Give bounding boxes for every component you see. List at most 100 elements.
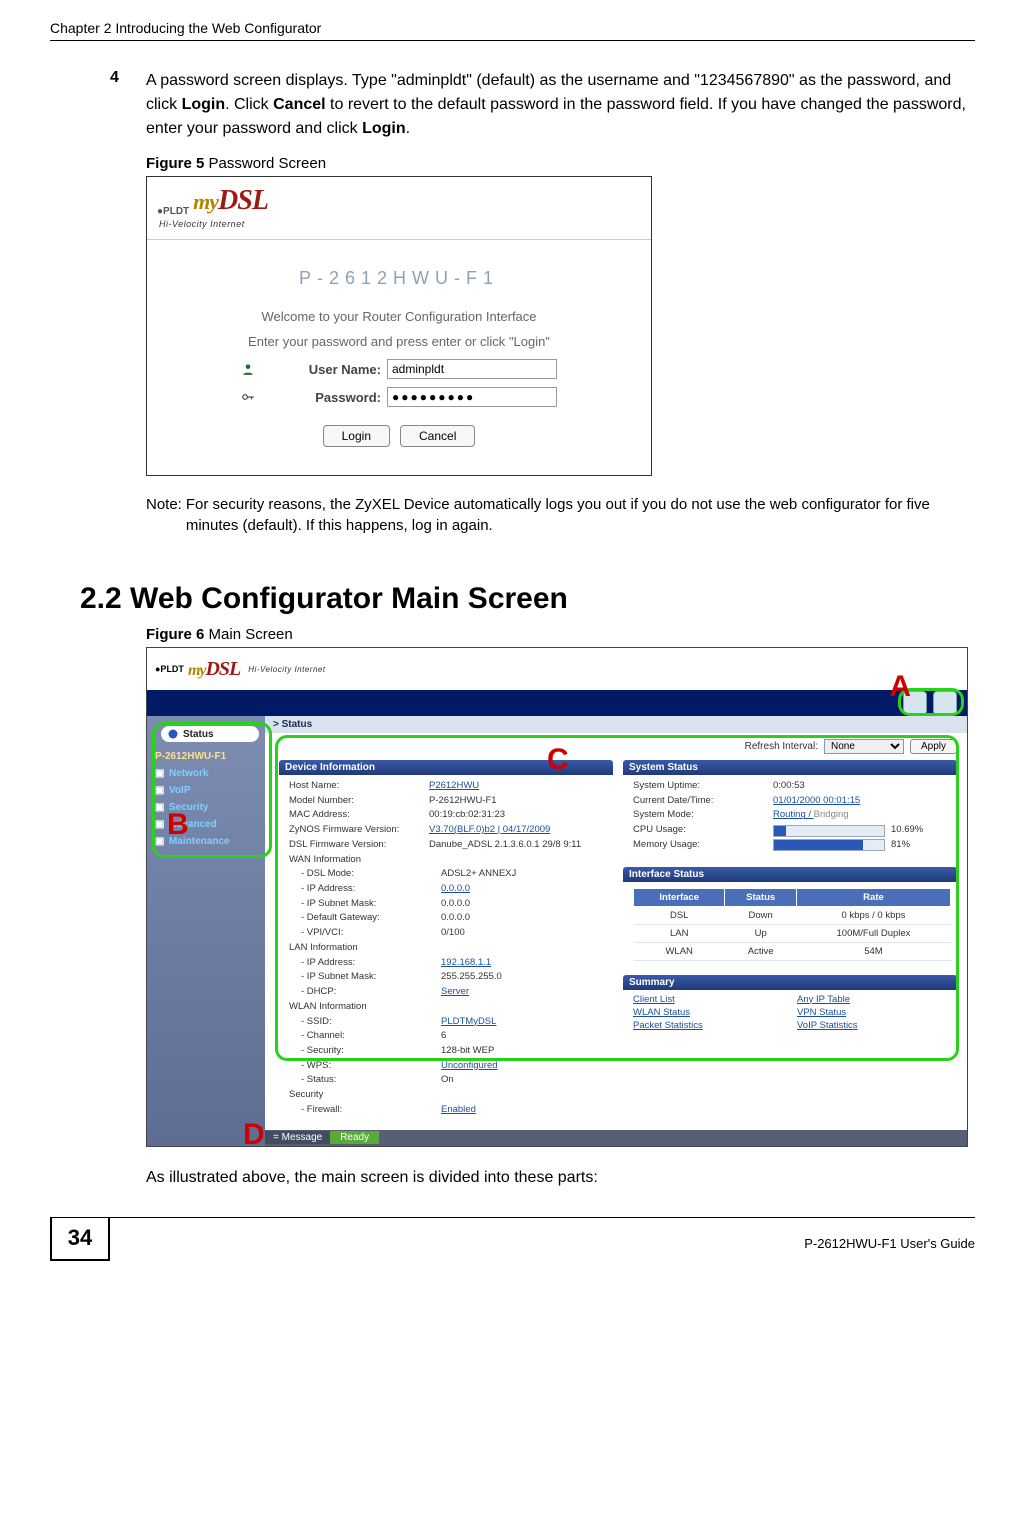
device-info-row: WLAN Information [289, 1000, 607, 1015]
summary-link[interactable]: Packet Statistics [633, 1020, 787, 1031]
system-status-label: System Uptime: [633, 779, 773, 794]
step-period: . [406, 120, 410, 137]
summary-link[interactable]: Any IP Table [797, 994, 951, 1005]
device-info-row: - Firewall:Enabled [289, 1103, 607, 1118]
summary-link[interactable]: WLAN Status [633, 1007, 787, 1018]
device-info-value: 0.0.0.0 [441, 897, 607, 912]
system-status-row: System Mode:Routing / Bridging [633, 808, 951, 823]
security-note: Note: For security reasons, the ZyXEL De… [146, 494, 975, 536]
iface-header-cell: Interface [634, 888, 725, 906]
running-head: Chapter 2 Introducing the Web Configurat… [50, 20, 975, 41]
device-info-label: - IP Subnet Mask: [289, 970, 441, 985]
device-info-label: WLAN Information [289, 1000, 429, 1015]
apply-button[interactable]: Apply [910, 739, 957, 754]
plus-icon: ▣ [155, 802, 165, 813]
step-login-bold: Login [182, 96, 226, 113]
device-info-row: - IP Subnet Mask:255.255.255.0 [289, 970, 607, 985]
key-icon [241, 388, 255, 406]
system-status-row: System Uptime:0:00:53 [633, 779, 951, 794]
system-status-body: System Uptime:0:00:53Current Date/Time:0… [623, 775, 957, 859]
figure-6-main-screen: ●PLDT myDSL Hi-Velocity Internet Status … [146, 647, 968, 1147]
table-row: WLANActive54M [634, 942, 951, 960]
device-info-label: MAC Address: [289, 808, 429, 823]
sidebar-item-voip[interactable]: ▣VoIP [147, 782, 265, 799]
device-info-value: On [441, 1073, 607, 1088]
sidebar-item-maintenance[interactable]: ▣Maintenance [147, 833, 265, 850]
iface-cell: 100M/Full Duplex [796, 924, 950, 942]
device-info-label: Host Name: [289, 779, 429, 794]
system-status-label: Memory Usage: [633, 838, 773, 853]
step-4: 4 A password screen displays. Type "admi… [110, 69, 975, 141]
device-info-label: - DHCP: [289, 985, 441, 1000]
mydsl-logo: myDSL [193, 185, 268, 217]
device-info-label: - IP Subnet Mask: [289, 897, 441, 912]
summary-link[interactable]: VoIP Statistics [797, 1020, 951, 1031]
sidebar-item-advanced[interactable]: ▣Advanced [147, 816, 265, 833]
iface-cell: WLAN [634, 942, 725, 960]
device-info-row: - IP Address:0.0.0.0 [289, 882, 607, 897]
device-info-value[interactable]: V3.70(BLF.0)b2 | 04/17/2009 [429, 823, 607, 838]
refresh-interval-select[interactable]: None [824, 739, 904, 754]
step-login-bold-2: Login [362, 120, 406, 137]
step-number: 4 [110, 69, 146, 141]
device-info-row: LAN Information [289, 941, 607, 956]
login-button[interactable]: Login [323, 425, 390, 447]
device-info-value[interactable]: Enabled [441, 1103, 607, 1118]
iface-cell: 54M [796, 942, 950, 960]
username-input[interactable] [387, 359, 557, 379]
login-welcome-text: Welcome to your Router Configuration Int… [147, 309, 651, 324]
sidebar-status-label: Status [183, 729, 214, 740]
device-info-value[interactable]: Unconfigured [441, 1059, 607, 1074]
titlebar-icon-2[interactable] [933, 691, 957, 715]
device-info-row: - SSID:PLDTMyDSL [289, 1015, 607, 1030]
device-info-label: - VPI/VCI: [289, 926, 441, 941]
figure-6-caption: Main Screen [204, 626, 292, 643]
device-info-row: - WPS:Unconfigured [289, 1059, 607, 1074]
summary-link[interactable]: VPN Status [797, 1007, 951, 1018]
device-info-body: Host Name:P2612HWUModel Number:P-2612HWU… [279, 775, 613, 1124]
device-info-value[interactable]: 192.168.1.1 [441, 956, 607, 971]
device-info-row: - Channel:6 [289, 1029, 607, 1044]
device-info-label: WAN Information [289, 853, 429, 868]
sidebar-item-network[interactable]: ▣Network [147, 765, 265, 782]
summary-header: Summary [623, 975, 957, 990]
sidebar-nav: Status P-2612HWU-F1 ▣Network ▣VoIP ▣Secu… [147, 716, 265, 1146]
cancel-button[interactable]: Cancel [400, 425, 475, 447]
step-text: A password screen displays. Type "adminp… [146, 69, 975, 141]
device-info-value[interactable]: 0.0.0.0 [441, 882, 607, 897]
table-row: DSLDown0 kbps / 0 kbps [634, 906, 951, 924]
sidebar-model-label: P-2612HWU-F1 [147, 748, 265, 765]
device-info-label: - WPS: [289, 1059, 441, 1074]
mydsl-dsl: DSL [218, 185, 268, 216]
system-status-header: System Status [623, 760, 957, 775]
device-info-value: 255.255.255.0 [441, 970, 607, 985]
device-info-value[interactable]: Server [441, 985, 607, 1000]
summary-link[interactable]: Client List [633, 994, 787, 1005]
note-text: For security reasons, the ZyXEL Device a… [186, 494, 975, 536]
device-info-row: - IP Address:192.168.1.1 [289, 956, 607, 971]
sidebar-status-button[interactable]: Status [161, 726, 259, 742]
interface-status-header: Interface Status [623, 867, 957, 882]
message-label: = Message [265, 1131, 330, 1144]
system-status-row: Current Date/Time:01/01/2000 00:01:15 [633, 794, 951, 809]
device-info-value[interactable]: PLDTMyDSL [441, 1015, 607, 1030]
device-info-label: - Default Gateway: [289, 911, 441, 926]
device-info-value: 0/100 [441, 926, 607, 941]
system-status-value: 0:00:53 [773, 779, 951, 794]
titlebar-icon-1[interactable] [903, 691, 927, 715]
message-bar: = Message Ready [265, 1130, 967, 1146]
system-status-row: CPU Usage:10.69% [633, 823, 951, 838]
device-info-row: - IP Subnet Mask:0.0.0.0 [289, 897, 607, 912]
device-info-value[interactable]: P2612HWU [429, 779, 607, 794]
device-info-label: DSL Firmware Version: [289, 838, 429, 853]
sidebar-item-security[interactable]: ▣Security [147, 799, 265, 816]
figure-6-label: Figure 6 Main Screen [146, 626, 975, 643]
device-info-value: 128-bit WEP [441, 1044, 607, 1059]
password-input[interactable] [387, 387, 557, 407]
system-status-value[interactable]: 01/01/2000 00:01:15 [773, 794, 951, 809]
plus-icon: ▣ [155, 836, 165, 847]
device-info-value: Danube_ADSL 2.1.3.6.0.1 29/8 9:11 [429, 838, 607, 853]
device-info-value: P-2612HWU-F1 [429, 794, 607, 809]
device-info-row: - DHCP:Server [289, 985, 607, 1000]
figure-5-caption: Password Screen [204, 155, 326, 172]
